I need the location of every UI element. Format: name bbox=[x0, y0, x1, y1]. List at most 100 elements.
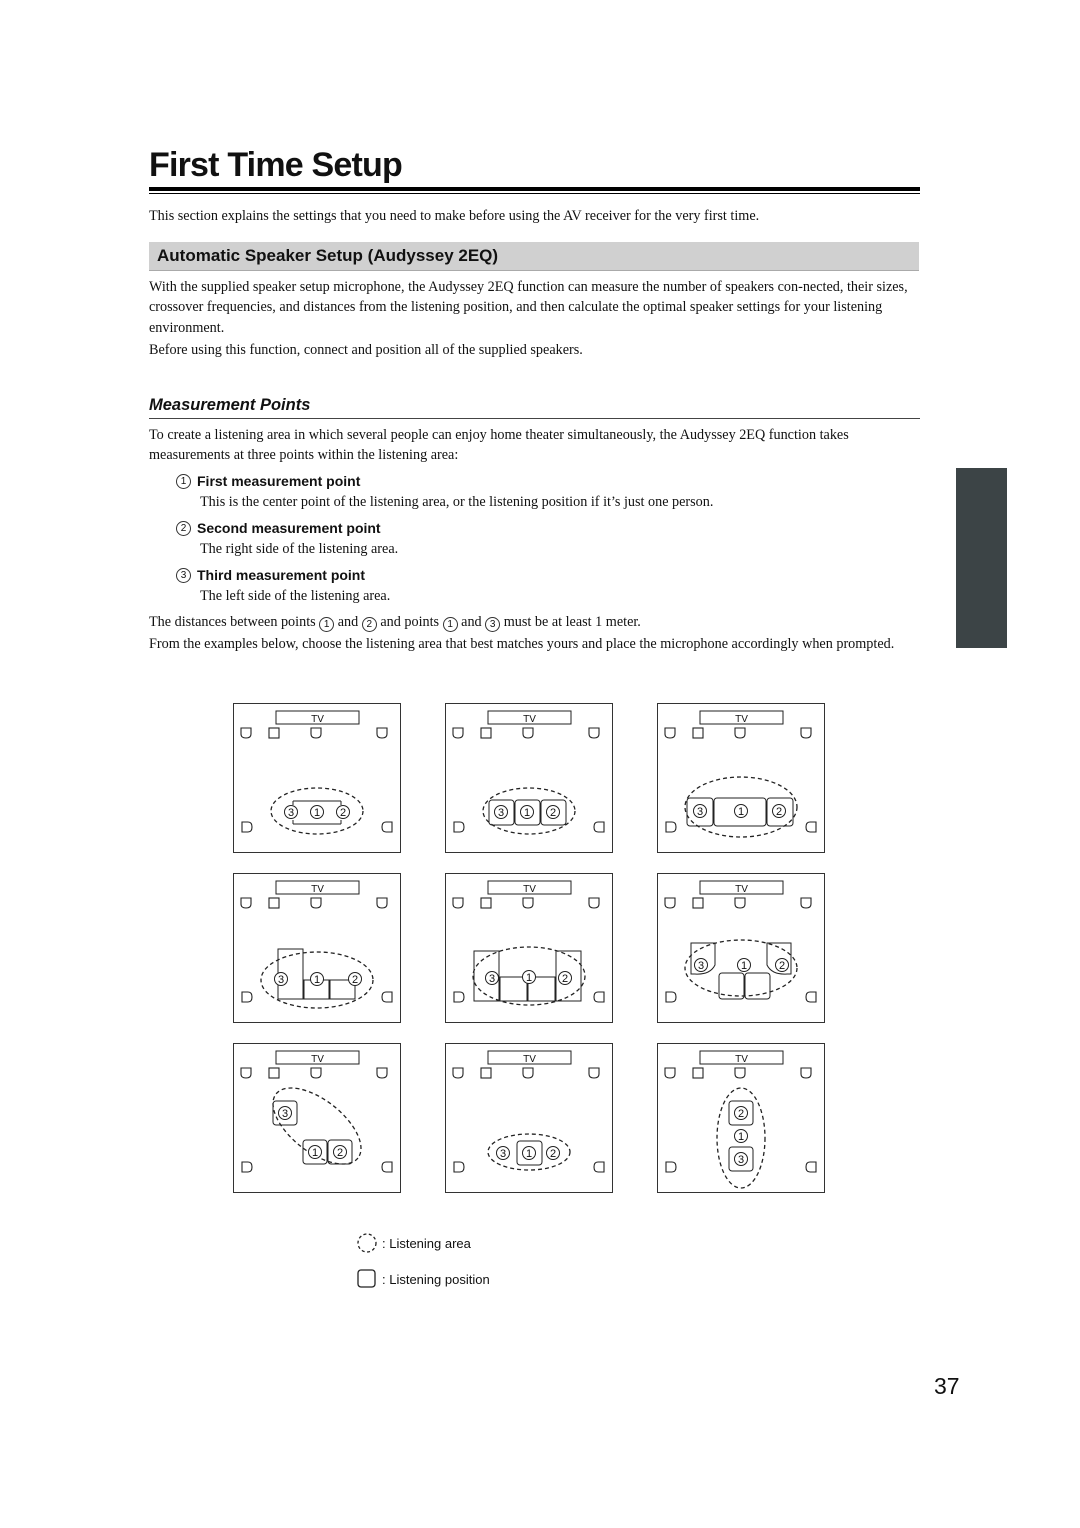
svg-text:2: 2 bbox=[562, 973, 568, 985]
svg-text:2: 2 bbox=[337, 1147, 343, 1159]
svg-text:1: 1 bbox=[314, 807, 320, 819]
section-header-bar: Automatic Speaker Setup (Audyssey 2EQ) bbox=[149, 242, 919, 271]
measurement-point-marker: 3 bbox=[734, 1152, 748, 1166]
legend-area-label: : Listening area bbox=[382, 1235, 471, 1251]
measurement-point-marker: 1 bbox=[308, 1145, 322, 1159]
measurement-point-marker: 1 bbox=[734, 804, 748, 818]
page-title: First Time Setup bbox=[149, 146, 403, 184]
circled-number-1: 1 bbox=[176, 473, 191, 489]
measurement-point-marker: 1 bbox=[734, 1129, 748, 1143]
svg-text:3: 3 bbox=[282, 1108, 288, 1120]
diagram-l-sectional: TV 3 1 2 bbox=[233, 873, 401, 1023]
dashed-ellipse-icon bbox=[357, 1233, 377, 1253]
tv-label: TV bbox=[523, 1054, 536, 1065]
diagram-sofa-row-single: TV 3 1 2 bbox=[233, 703, 401, 853]
examples-note: From the examples below, choose the list… bbox=[149, 636, 895, 652]
section-paragraph-1: With the supplied speaker setup micropho… bbox=[149, 279, 908, 336]
svg-text:1: 1 bbox=[738, 1131, 744, 1143]
point-2-title: Second measurement point bbox=[197, 520, 381, 536]
svg-text:3: 3 bbox=[489, 973, 495, 985]
circled-number-3: 3 bbox=[176, 567, 191, 583]
distance-text: and bbox=[337, 614, 359, 630]
measurement-point-marker: 1 bbox=[520, 805, 534, 819]
svg-text:2: 2 bbox=[352, 974, 358, 986]
tv-label: TV bbox=[735, 714, 748, 725]
room-outline bbox=[233, 703, 401, 853]
point-1-title: First measurement point bbox=[197, 473, 361, 489]
room-outline bbox=[445, 1043, 613, 1193]
svg-text:2: 2 bbox=[550, 1148, 556, 1160]
measurement-point-marker: 3 bbox=[694, 958, 708, 972]
svg-text:1: 1 bbox=[526, 972, 532, 984]
measurement-point-marker: 1 bbox=[522, 970, 536, 984]
diagram-sofa-with-armchairs: TV 3 1 2 bbox=[657, 873, 825, 1023]
measurement-point-marker: 2 bbox=[348, 972, 362, 986]
tv-label: TV bbox=[735, 884, 748, 895]
measurement-intro: To create a listening area in which seve… bbox=[149, 427, 849, 464]
tv-label: TV bbox=[523, 714, 536, 725]
subsection-rule bbox=[149, 418, 920, 419]
svg-text:2: 2 bbox=[779, 960, 785, 972]
point-2-heading: 2 Second measurement point bbox=[176, 519, 381, 537]
distance-text: The distances between points bbox=[149, 614, 316, 630]
diagram-diagonal: TV 3 1 2 bbox=[233, 1043, 401, 1193]
point-3-heading: 3 Third measurement point bbox=[176, 566, 365, 584]
section-paragraph-2: Before using this function, connect and … bbox=[149, 342, 583, 358]
room-outline bbox=[657, 703, 825, 853]
measurement-point-marker: 2 bbox=[333, 1145, 347, 1159]
distance-note: The distances between points 1 and 2 and… bbox=[149, 612, 920, 632]
svg-text:2: 2 bbox=[776, 806, 782, 818]
svg-text:1: 1 bbox=[741, 960, 747, 972]
svg-text:1: 1 bbox=[738, 806, 744, 818]
svg-text:3: 3 bbox=[288, 807, 294, 819]
point-1-desc: This is the center point of the listenin… bbox=[200, 494, 714, 510]
svg-text:3: 3 bbox=[698, 960, 704, 972]
room-outline bbox=[233, 873, 401, 1023]
legend-listening-position: : Listening position bbox=[356, 1268, 490, 1290]
legend-listening-area: : Listening area bbox=[356, 1232, 471, 1254]
svg-text:3: 3 bbox=[738, 1154, 744, 1166]
room-outline bbox=[445, 873, 613, 1023]
tv-label: TV bbox=[523, 884, 536, 895]
title-rule-thick bbox=[149, 187, 920, 191]
svg-text:1: 1 bbox=[314, 974, 320, 986]
measurement-point-marker: 2 bbox=[558, 971, 572, 985]
chapter-side-tab bbox=[956, 468, 1007, 648]
point-1-heading: 1 First measurement point bbox=[176, 472, 360, 490]
distance-text: and points bbox=[380, 614, 440, 630]
point-3-title: Third measurement point bbox=[197, 567, 366, 583]
room-outline bbox=[657, 873, 825, 1023]
svg-text:3: 3 bbox=[500, 1148, 506, 1160]
page-number: 37 bbox=[934, 1373, 960, 1399]
measurement-point-marker: 2 bbox=[734, 1106, 748, 1120]
circled-number: 1 bbox=[319, 617, 335, 632]
distance-text: must be at least 1 meter. bbox=[503, 614, 641, 630]
intro-text: This section explains the settings that … bbox=[149, 208, 760, 224]
distance-text: and bbox=[461, 614, 482, 630]
svg-text:1: 1 bbox=[524, 807, 530, 819]
circled-number-2: 2 bbox=[176, 520, 191, 536]
section-title: Automatic Speaker Setup (Audyssey 2EQ) bbox=[157, 246, 499, 265]
tv-label: TV bbox=[735, 1054, 748, 1065]
measurement-point-marker: 1 bbox=[310, 805, 324, 819]
measurement-point-marker: 1 bbox=[522, 1146, 536, 1160]
tv-label: TV bbox=[311, 714, 324, 725]
room-outline bbox=[445, 703, 613, 853]
diagram-single-seat: TV 3 1 2 bbox=[445, 1043, 613, 1193]
measurement-point-marker: 3 bbox=[274, 972, 288, 986]
room-outline bbox=[233, 1043, 401, 1193]
measurement-point-marker: 3 bbox=[284, 805, 298, 819]
tv-label: TV bbox=[311, 884, 324, 895]
measurement-point-marker: 2 bbox=[772, 804, 786, 818]
measurement-point-marker: 3 bbox=[485, 971, 499, 985]
measurement-point-marker: 2 bbox=[546, 805, 560, 819]
svg-text:2: 2 bbox=[738, 1108, 744, 1120]
tv-label: TV bbox=[311, 1054, 324, 1065]
measurement-point-marker: 2 bbox=[775, 958, 789, 972]
title-rule-thin bbox=[149, 193, 920, 194]
svg-text:3: 3 bbox=[498, 807, 504, 819]
svg-text:3: 3 bbox=[278, 974, 284, 986]
svg-text:3: 3 bbox=[697, 806, 703, 818]
diagram-wide-sofa: TV 3 1 2 bbox=[657, 703, 825, 853]
legend-position-label: : Listening position bbox=[382, 1271, 490, 1287]
